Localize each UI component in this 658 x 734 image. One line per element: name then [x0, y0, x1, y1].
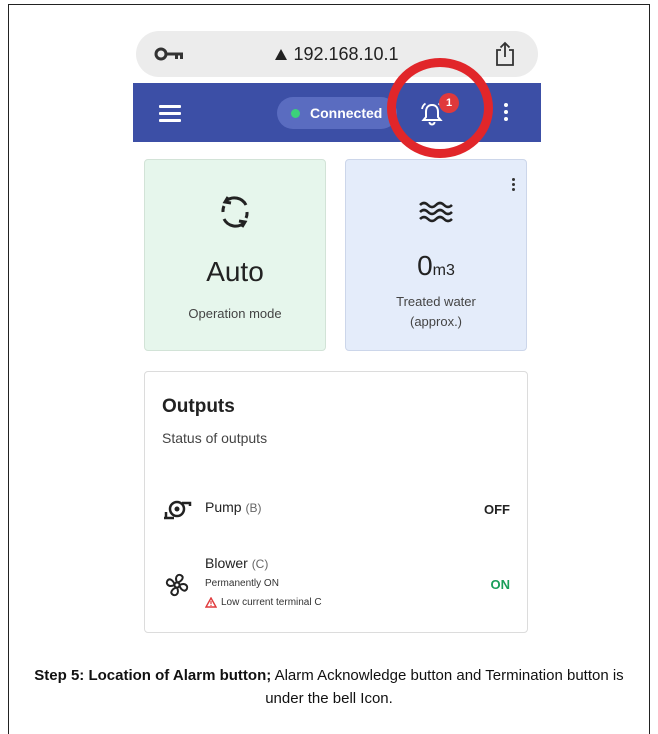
alarm-highlight-circle	[387, 58, 493, 158]
connection-label: Connected	[310, 105, 383, 121]
overflow-menu-icon[interactable]	[503, 103, 509, 123]
treated-water-card[interactable]: 0m3 Treated water (approx.)	[345, 159, 527, 351]
fan-icon	[165, 573, 189, 597]
sync-icon	[221, 196, 249, 228]
lock-icon	[275, 48, 288, 60]
blower-detail: Permanently ON	[205, 578, 279, 589]
blower-state: ON	[490, 577, 511, 592]
blower-label: Blower (C)	[205, 555, 269, 571]
operation-mode-label: Operation mode	[188, 306, 282, 321]
pump-icon	[164, 500, 192, 520]
treated-water-value: 0m3	[417, 250, 455, 281]
caption-bold: Step 5: Location of Alarm button;	[34, 667, 272, 684]
share-icon[interactable]	[494, 41, 516, 67]
browser-url-bar[interactable]: 192.168.10.1	[136, 31, 538, 77]
card-menu-icon[interactable]	[512, 178, 516, 193]
url-text: 192.168.10.1	[293, 43, 399, 64]
blower-warning: Low current terminal C	[205, 597, 322, 608]
blower-warning-text: Low current terminal C	[221, 597, 322, 608]
menu-icon[interactable]	[159, 105, 181, 122]
connection-status: Connected	[277, 97, 397, 129]
operation-mode-card[interactable]: Auto Operation mode	[144, 159, 326, 351]
outputs-panel: Outputs Status of outputs Pump (B) OFF B…	[144, 371, 528, 633]
pump-label: Pump (B)	[205, 499, 262, 515]
status-dot	[291, 108, 300, 118]
operation-mode-value: Auto	[206, 256, 264, 287]
outputs-title: Outputs	[162, 396, 235, 417]
figure-caption: Step 5: Location of Alarm button; Alarm …	[30, 664, 628, 710]
treated-water-unit: m3	[432, 262, 455, 279]
pump-state: OFF	[484, 502, 510, 517]
treated-water-label: Treated water (approx.)	[396, 294, 476, 329]
warning-icon	[205, 597, 217, 608]
water-waves-icon	[419, 201, 453, 223]
key-icon[interactable]	[154, 44, 186, 64]
outputs-subtitle: Status of outputs	[162, 430, 268, 446]
caption-text: Alarm Acknowledge button and Termination…	[265, 667, 624, 707]
